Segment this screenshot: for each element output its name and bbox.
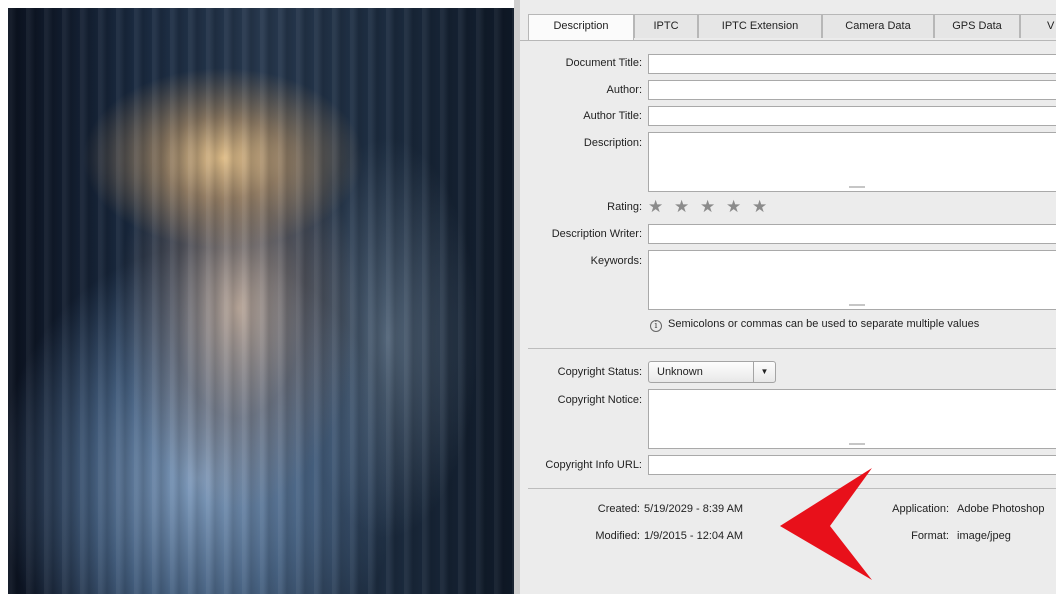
- description-field[interactable]: [648, 132, 1056, 192]
- copyright-status-label: Copyright Status:: [557, 366, 642, 378]
- curtain-texture: [8, 8, 514, 594]
- star-icon[interactable]: ★: [674, 198, 700, 216]
- copyright-status-select[interactable]: Unknown ▼: [648, 361, 776, 383]
- keywords-hint-text: Semicolons or commas can be used to sepa…: [668, 318, 980, 330]
- star-icon[interactable]: ★: [752, 198, 778, 216]
- format-label: Format:: [911, 530, 949, 542]
- chevron-down-icon[interactable]: ▼: [753, 362, 775, 382]
- tab-camera-data[interactable]: Camera Data: [822, 14, 934, 38]
- document-title-field[interactable]: [648, 54, 1056, 74]
- author-title-label: Author Title:: [583, 110, 642, 122]
- application-label: Application:: [892, 503, 949, 515]
- description-label: Description:: [583, 137, 642, 149]
- modified-label: Modified:: [595, 530, 640, 542]
- author-label: Author:: [606, 84, 642, 96]
- modified-value: 1/9/2015 - 12:04 AM: [644, 530, 744, 542]
- tab-bar: Description IPTC IPTC Extension Camera D…: [528, 14, 1056, 40]
- red-arrow-icon: [780, 468, 872, 580]
- star-icon[interactable]: ★: [648, 198, 674, 216]
- rating-label: Rating:: [607, 201, 642, 213]
- info-icon: i: [650, 320, 662, 332]
- arrow-shape: [780, 468, 872, 580]
- resize-grip-icon[interactable]: [849, 186, 865, 188]
- section-separator: [528, 348, 1056, 349]
- tab-iptc-extension[interactable]: IPTC Extension: [698, 14, 822, 38]
- rating-stars: ★ ★ ★ ★ ★: [648, 198, 778, 216]
- tab-iptc[interactable]: IPTC: [634, 14, 698, 38]
- tab-gps-data[interactable]: GPS Data: [934, 14, 1020, 38]
- copyright-notice-field[interactable]: [648, 389, 1056, 449]
- description-writer-field[interactable]: [648, 224, 1056, 244]
- star-icon[interactable]: ★: [726, 198, 752, 216]
- description-writer-label: Description Writer:: [551, 228, 642, 240]
- document-title-label: Document Title:: [565, 57, 642, 69]
- tab-truncated[interactable]: V: [1020, 14, 1056, 38]
- created-label: Created:: [597, 503, 640, 515]
- created-value: 5/19/2029 - 8:39 AM: [644, 503, 744, 515]
- copyright-url-label: Copyright Info URL:: [545, 459, 642, 471]
- format-value: image/jpeg: [957, 530, 1011, 542]
- tab-description[interactable]: Description: [528, 14, 634, 40]
- author-field[interactable]: [648, 80, 1056, 100]
- keywords-label: Keywords:: [590, 255, 642, 267]
- resize-grip-icon[interactable]: [849, 443, 865, 445]
- copyright-notice-label: Copyright Notice:: [557, 394, 642, 406]
- keywords-hint: i Semicolons or commas can be used to sep…: [650, 318, 979, 332]
- application-value: Adobe Photoshop: [957, 503, 1045, 515]
- photo-preview: [8, 8, 514, 594]
- star-icon[interactable]: ★: [700, 198, 726, 216]
- resize-grip-icon[interactable]: [849, 304, 865, 306]
- author-title-field[interactable]: [648, 106, 1056, 126]
- copyright-status-value: Unknown: [657, 366, 703, 378]
- keywords-field[interactable]: [648, 250, 1056, 310]
- tabs-underline: [520, 40, 1056, 41]
